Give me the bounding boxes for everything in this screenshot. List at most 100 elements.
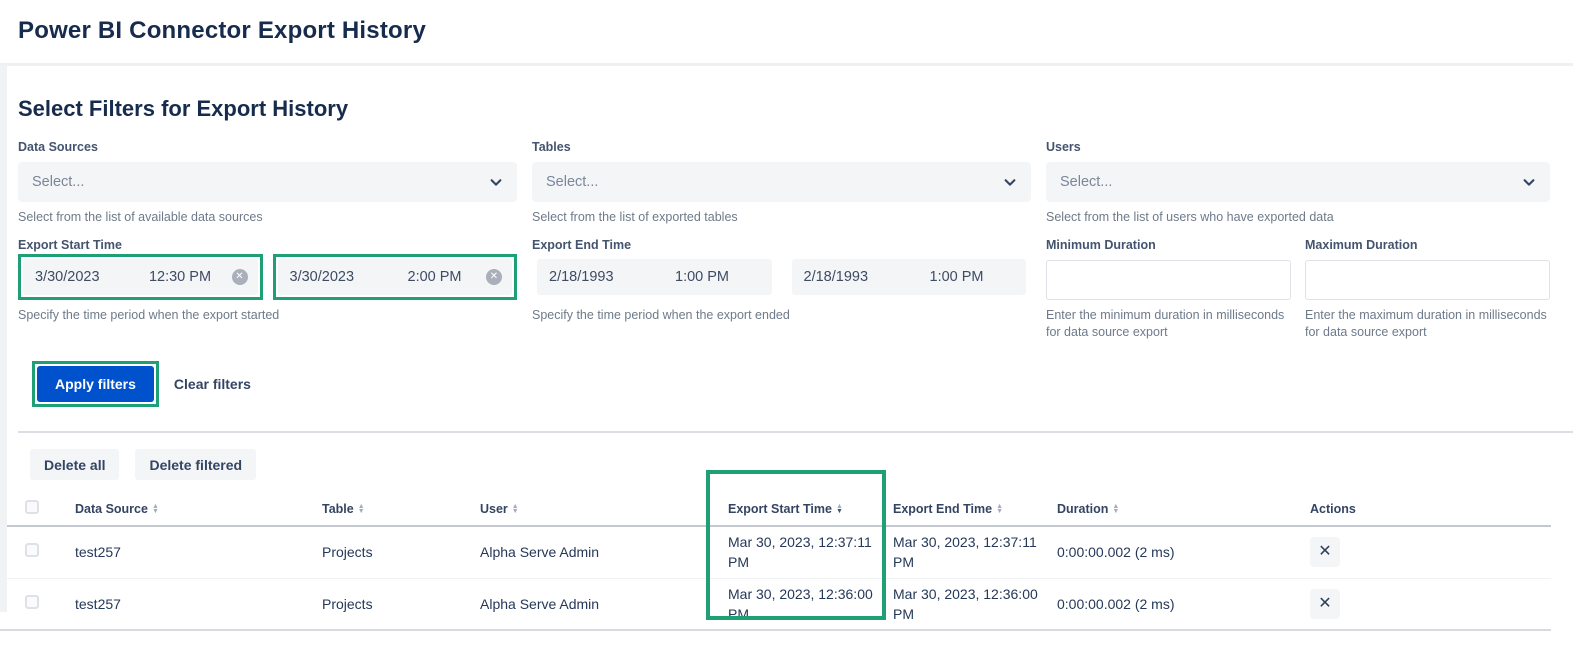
sort-icon: ▲▼ xyxy=(996,504,1003,514)
export-start-filter: Export Start Time 3/30/2023 12:30 PM ✕ 3… xyxy=(18,238,517,341)
min-duration-input[interactable] xyxy=(1046,260,1291,300)
column-header-export-start-time[interactable]: Export Start Time▲▼ xyxy=(728,492,893,526)
max-duration-input[interactable] xyxy=(1305,260,1550,300)
data-sources-placeholder: Select... xyxy=(32,174,489,190)
export-end-from-date[interactable]: 2/18/1993 xyxy=(549,269,643,285)
filter-row-times: Export Start Time 3/30/2023 12:30 PM ✕ 3… xyxy=(18,238,1551,341)
filter-actions: Apply filters Clear filters xyxy=(32,361,1551,407)
export-end-label: Export End Time xyxy=(532,238,1031,254)
sort-icon: ▲▼ xyxy=(1112,504,1119,514)
max-duration-label: Maximum Duration xyxy=(1305,238,1550,254)
users-filter: Users Select... Select from the list of … xyxy=(1046,140,1550,225)
column-header-duration[interactable]: Duration▲▼ xyxy=(1057,492,1310,526)
filter-row-dropdowns: Data Sources Select... Select from the l… xyxy=(18,140,1551,225)
export-start-to-input[interactable]: 3/30/2023 2:00 PM ✕ xyxy=(278,259,513,295)
cell-table: Projects xyxy=(322,526,480,578)
cell-export-start: Mar 30, 2023, 12:36:00 PM xyxy=(728,578,893,630)
export-end-filter: Export End Time 2/18/1993 1:00 PM 2/18/1… xyxy=(532,238,1031,341)
clear-icon[interactable]: ✕ xyxy=(486,269,502,285)
delete-filtered-button[interactable]: Delete filtered xyxy=(135,449,256,480)
tables-placeholder: Select... xyxy=(546,174,1003,190)
export-end-helper: Specify the time period when the export … xyxy=(532,307,1031,323)
export-start-from-time[interactable]: 12:30 PM xyxy=(129,269,232,285)
clear-icon[interactable]: ✕ xyxy=(232,269,248,285)
data-sources-filter: Data Sources Select... Select from the l… xyxy=(18,140,517,225)
clear-filters-link[interactable]: Clear filters xyxy=(174,376,251,392)
users-select[interactable]: Select... xyxy=(1046,162,1550,202)
row-checkbox[interactable] xyxy=(25,543,39,557)
delete-all-button[interactable]: Delete all xyxy=(30,449,119,480)
tables-helper: Select from the list of exported tables xyxy=(532,209,1031,225)
users-helper: Select from the list of users who have e… xyxy=(1046,209,1550,225)
filters-heading: Select Filters for Export History xyxy=(18,96,1551,122)
data-sources-select[interactable]: Select... xyxy=(18,162,517,202)
column-header-user[interactable]: User▲▼ xyxy=(480,492,728,526)
chevron-down-icon xyxy=(489,175,503,189)
select-all-checkbox[interactable] xyxy=(25,500,39,514)
tables-label: Tables xyxy=(532,140,1031,156)
min-duration-helper: Enter the minimum duration in millisecon… xyxy=(1046,307,1291,341)
export-end-to-time[interactable]: 1:00 PM xyxy=(897,269,1016,285)
sort-icon: ▲▼ xyxy=(358,504,365,514)
row-checkbox[interactable] xyxy=(25,595,39,609)
chevron-down-icon xyxy=(1003,175,1017,189)
delete-row-button[interactable]: ✕ xyxy=(1310,589,1340,619)
export-end-to-input[interactable]: 2/18/1993 1:00 PM xyxy=(792,259,1027,295)
min-duration-label: Minimum Duration xyxy=(1046,238,1291,254)
header-divider xyxy=(0,63,1573,66)
sort-icon: ▲▼ xyxy=(152,504,159,514)
cell-duration: 0:00:00.002 (2 ms) xyxy=(1057,526,1310,578)
cell-export-end: Mar 30, 2023, 12:37:11 PM xyxy=(893,526,1057,578)
column-header-table[interactable]: Table▲▼ xyxy=(322,492,480,526)
delete-toolbar: Delete all Delete filtered xyxy=(30,449,1573,480)
users-label: Users xyxy=(1046,140,1550,156)
apply-filters-button[interactable]: Apply filters xyxy=(37,366,154,402)
min-duration-filter: Minimum Duration Enter the minimum durat… xyxy=(1046,238,1291,341)
export-start-to-time[interactable]: 2:00 PM xyxy=(383,269,486,285)
column-header-export-end-time[interactable]: Export End Time▲▼ xyxy=(893,492,1057,526)
table-row: test257 Projects Alpha Serve Admin Mar 3… xyxy=(0,526,1551,578)
column-header-actions: Actions xyxy=(1310,492,1551,526)
max-duration-helper: Enter the maximum duration in millisecon… xyxy=(1305,307,1550,341)
column-header-data-source[interactable]: Data Source▲▼ xyxy=(75,492,322,526)
data-sources-label: Data Sources xyxy=(18,140,517,156)
sort-desc-icon: ▲▼ xyxy=(836,504,843,514)
users-placeholder: Select... xyxy=(1060,174,1522,190)
export-start-helper: Specify the time period when the export … xyxy=(18,307,517,323)
page-edge-strip xyxy=(0,66,7,612)
export-end-from-input[interactable]: 2/18/1993 1:00 PM xyxy=(537,259,772,295)
cell-export-end: Mar 30, 2023, 12:36:00 PM xyxy=(893,578,1057,630)
export-start-label: Export Start Time xyxy=(18,238,517,254)
cell-duration: 0:00:00.002 (2 ms) xyxy=(1057,578,1310,630)
section-divider xyxy=(18,431,1573,433)
cell-export-start: Mar 30, 2023, 12:37:11 PM xyxy=(728,526,893,578)
export-start-from-highlight: 3/30/2023 12:30 PM ✕ xyxy=(18,254,263,300)
export-start-from-date[interactable]: 3/30/2023 xyxy=(35,269,129,285)
export-history-page: Power BI Connector Export History Select… xyxy=(0,0,1573,653)
max-duration-filter: Maximum Duration Enter the maximum durat… xyxy=(1305,238,1550,341)
export-start-to-date[interactable]: 3/30/2023 xyxy=(290,269,384,285)
table-row: test257 Projects Alpha Serve Admin Mar 3… xyxy=(0,578,1551,630)
export-end-from-wrap: 2/18/1993 1:00 PM xyxy=(532,254,777,300)
table-header-row: Data Source▲▼ Table▲▼ User▲▼ Export Star… xyxy=(0,492,1551,526)
cell-user: Alpha Serve Admin xyxy=(480,526,728,578)
tables-filter: Tables Select... Select from the list of… xyxy=(532,140,1031,225)
tables-select[interactable]: Select... xyxy=(532,162,1031,202)
cell-data-source: test257 xyxy=(75,526,322,578)
export-start-from-input[interactable]: 3/30/2023 12:30 PM ✕ xyxy=(23,259,258,295)
export-history-table: Data Source▲▼ Table▲▼ User▲▼ Export Star… xyxy=(0,492,1551,631)
export-end-to-date[interactable]: 2/18/1993 xyxy=(804,269,898,285)
filters-section: Select Filters for Export History Data S… xyxy=(0,96,1573,407)
delete-row-button[interactable]: ✕ xyxy=(1310,537,1340,567)
page-title: Power BI Connector Export History xyxy=(18,17,1573,45)
export-start-to-highlight: 3/30/2023 2:00 PM ✕ xyxy=(273,254,518,300)
cell-user: Alpha Serve Admin xyxy=(480,578,728,630)
cell-table: Projects xyxy=(322,578,480,630)
chevron-down-icon xyxy=(1522,175,1536,189)
export-end-from-time[interactable]: 1:00 PM xyxy=(643,269,762,285)
apply-filters-highlight: Apply filters xyxy=(32,361,159,407)
duration-filters: Minimum Duration Enter the minimum durat… xyxy=(1046,238,1550,341)
page-header: Power BI Connector Export History xyxy=(0,0,1573,63)
export-end-to-wrap: 2/18/1993 1:00 PM xyxy=(787,254,1032,300)
cell-data-source: test257 xyxy=(75,578,322,630)
